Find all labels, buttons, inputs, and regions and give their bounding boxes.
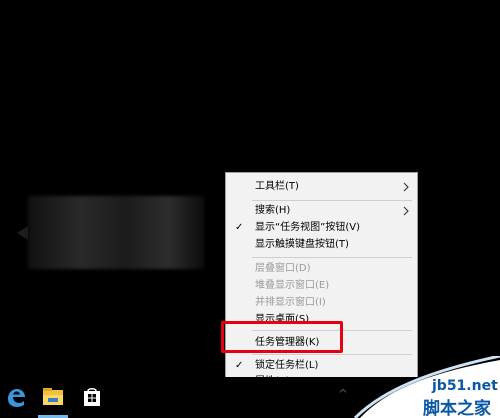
submenu-arrow-icon [403,182,409,192]
watermark-site-name: 脚本之家 [423,399,491,418]
menu-item-label: 工具栏(T) [255,181,299,192]
task-manager-highlight-box [221,321,343,353]
menu-separator [252,200,412,201]
store-icon[interactable] [80,385,104,409]
menu-item-toolbars[interactable]: 工具栏(T) [226,178,417,196]
menu-separator [252,257,412,258]
menu-item-label: 堆叠显示窗口(E) [255,280,330,291]
menu-item-label: 层叠窗口(D) [255,263,311,274]
menu-item-label: 显示“任务视图”按钮(V) [255,222,361,233]
blurred-tooltip-notch [17,226,28,240]
menu-item-stacked-windows[interactable]: 堆叠显示窗口(E) [226,277,417,295]
checkmark-icon: ✓ [235,222,244,233]
watermark-url: jb51.net [432,378,498,394]
menu-item-search[interactable]: 搜索(H) [226,202,417,220]
menu-separator [252,354,412,355]
menu-item-label: 显示触摸键盘按钮(T) [255,239,349,250]
menu-item-show-task-view-button[interactable]: ✓ 显示“任务视图”按钮(V) [226,219,417,237]
menu-item-side-by-side-windows[interactable]: 并排显示窗口(I) [226,294,417,312]
edge-icon[interactable] [4,385,28,409]
menu-item-label: 并排显示窗口(I) [255,297,326,308]
menu-item-show-touch-keyboard-button[interactable]: 显示触摸键盘按钮(T) [226,236,417,254]
tray-overflow-icon[interactable]: ^ [338,387,348,401]
file-explorer-icon[interactable] [41,385,65,409]
blurred-tooltip [28,196,204,269]
menu-item-label: 搜索(H) [255,205,291,216]
submenu-arrow-icon [403,206,409,216]
menu-item-cascade-windows[interactable]: 层叠窗口(D) [226,260,417,278]
desktop-background: 工具栏(T) 搜索(H) ✓ 显示“任务视图”按钮(V) 显示触摸键盘按钮(T)… [0,0,500,418]
